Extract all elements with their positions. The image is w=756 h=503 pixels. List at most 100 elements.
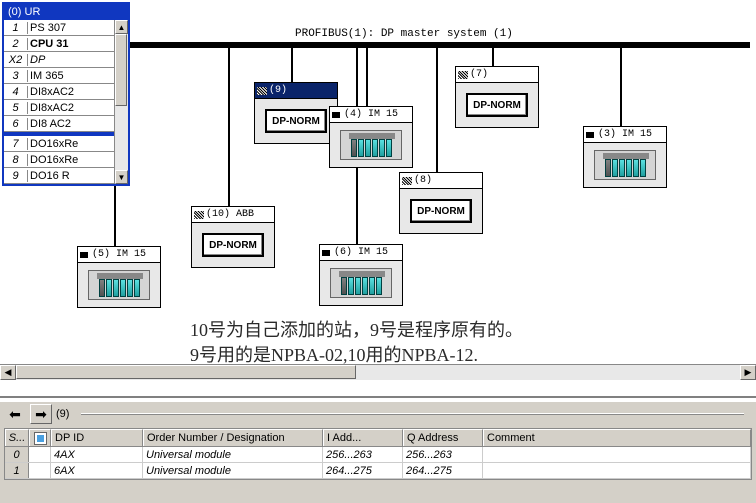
dpnorm-box: DP-NORM (466, 93, 528, 117)
col-order[interactable]: Order Number / Designation (143, 429, 323, 446)
ur-slot-num: 2 (4, 38, 28, 50)
col-icon[interactable] (29, 429, 51, 446)
drop-line (492, 48, 494, 66)
ur-rack-window[interactable]: (0) UR 1PS 3072CPU 31X2DP3IM 3654DI8xAC2… (2, 2, 130, 186)
cell-iaddr: 256...263 (323, 447, 403, 462)
cell-slot: 0 (5, 447, 29, 462)
ur-title[interactable]: (0) UR (4, 4, 128, 20)
ur-slot-name: DP (28, 54, 114, 66)
cell-iaddr: 264...275 (323, 463, 403, 478)
drop-line (228, 48, 230, 206)
ur-row[interactable]: 8DO16xRe (4, 152, 114, 168)
ur-row[interactable]: 3IM 365 (4, 68, 114, 84)
ur-row[interactable]: 6DI8 AC2 (4, 116, 114, 132)
scroll-right-icon[interactable]: ▶ (740, 365, 756, 380)
scroll-thumb[interactable] (115, 34, 127, 106)
cell-icon (29, 447, 51, 462)
col-slot[interactable]: S... (5, 429, 29, 446)
detail-path: (9) (56, 408, 69, 420)
ur-slot-name: IM 365 (28, 70, 114, 82)
nav-forward-button[interactable]: ➡ (30, 404, 52, 424)
node-4[interactable]: (4) IM 15 (329, 106, 413, 168)
scroll-down-icon[interactable]: ▼ (115, 170, 128, 184)
node-label: (7) (470, 69, 488, 80)
annotation-text: 10号为自己添加的站，9号是程序原有的。 9号用的是NPBA-02,10用的NP… (190, 318, 523, 368)
annotation-line: 10号为自己添加的站，9号是程序原有的。 (190, 318, 523, 343)
dpnorm-box: DP-NORM (410, 199, 472, 223)
ur-slot-name: CPU 31 (28, 38, 114, 50)
scroll-thumb[interactable] (16, 365, 356, 379)
ur-row[interactable]: 5DI8xAC2 (4, 100, 114, 116)
dpnorm-box: DP-NORM (265, 109, 327, 133)
module-table[interactable]: S... DP ID Order Number / Designation I … (4, 428, 752, 480)
ur-slot-name: DO16 R (28, 170, 114, 182)
col-iaddr[interactable]: I Add... (323, 429, 403, 446)
cell-order: Universal module (143, 463, 323, 478)
hw-config-canvas[interactable]: PROFIBUS(1): DP master system (1) (9) DP… (0, 0, 756, 380)
table-row[interactable]: 04AXUniversal module256...263256...263 (5, 447, 751, 463)
ur-row[interactable]: 4DI8xAC2 (4, 84, 114, 100)
col-comment[interactable]: Comment (483, 429, 751, 446)
module-icon (34, 432, 47, 445)
ur-slot-num: 6 (4, 118, 28, 130)
ur-slot-num: 4 (4, 86, 28, 98)
ur-slot-num: 7 (4, 138, 28, 150)
cell-icon (29, 463, 51, 478)
table-header: S... DP ID Order Number / Designation I … (5, 429, 751, 447)
cell-qaddr: 264...275 (403, 463, 483, 478)
ur-slot-num: 8 (4, 154, 28, 166)
drop-line (291, 48, 293, 82)
drop-line (436, 48, 438, 172)
detail-panel: ⬅ ➡ (9) S... DP ID Order Number / Design… (0, 396, 756, 503)
node-label: (8) (414, 175, 432, 186)
cell-qaddr: 256...263 (403, 447, 483, 462)
ur-slot-name: PS 307 (28, 22, 114, 34)
cell-comment (483, 447, 751, 462)
ur-row[interactable]: 9DO16 R (4, 168, 114, 184)
rack-icon (340, 130, 402, 160)
node-label: (4) IM 15 (344, 109, 398, 120)
ur-slot-name: DI8 AC2 (28, 118, 114, 130)
node-label: (10) ABB (206, 209, 254, 220)
ur-slot-name: DO16xRe (28, 138, 114, 150)
col-dp-id[interactable]: DP ID (51, 429, 143, 446)
ur-row[interactable]: X2DP (4, 52, 114, 68)
ur-slot-name: DI8xAC2 (28, 102, 114, 114)
dpnorm-box: DP-NORM (202, 233, 264, 257)
col-qaddr[interactable]: Q Address (403, 429, 483, 446)
node-label: (6) IM 15 (334, 247, 388, 258)
detail-toolbar: ⬅ ➡ (9) (0, 402, 756, 426)
table-row[interactable]: 16AXUniversal module264...275264...275 (5, 463, 751, 479)
ur-row[interactable]: 2CPU 31 (4, 36, 114, 52)
rack-icon (594, 150, 656, 180)
ur-row[interactable]: 1PS 307 (4, 20, 114, 36)
ur-slot-num: X2 (4, 54, 28, 66)
drop-line (366, 48, 368, 106)
node-9[interactable]: (9) DP-NORM (254, 82, 338, 144)
cell-slot: 1 (5, 463, 29, 478)
ur-slot-num: 5 (4, 102, 28, 114)
drop-line (620, 48, 622, 126)
nav-back-button[interactable]: ⬅ (4, 404, 26, 424)
node-8[interactable]: (8) DP-NORM (399, 172, 483, 234)
scroll-up-icon[interactable]: ▲ (115, 20, 128, 34)
cell-order: Universal module (143, 447, 323, 462)
cell-dp-id: 4AX (51, 447, 143, 462)
ur-row[interactable]: 7DO16xRe (4, 136, 114, 152)
bus-line (126, 42, 750, 48)
node-5[interactable]: (5) IM 15 (77, 246, 161, 308)
scroll-left-icon[interactable]: ◀ (0, 365, 16, 380)
node-label: (3) IM 15 (598, 129, 652, 140)
node-6[interactable]: (6) IM 15 (319, 244, 403, 306)
canvas-hscroll[interactable]: ◀ ▶ (0, 364, 756, 380)
rack-icon (330, 268, 392, 298)
node-label: (9) (269, 85, 287, 96)
node-10[interactable]: (10) ABB DP-NORM (191, 206, 275, 268)
node-3[interactable]: (3) IM 15 (583, 126, 667, 188)
rack-icon (88, 270, 150, 300)
node-7[interactable]: (7) DP-NORM (455, 66, 539, 128)
toolbar-divider (81, 413, 744, 415)
ur-slot-num: 9 (4, 170, 28, 182)
ur-scrollbar[interactable]: ▲ ▼ (114, 20, 128, 184)
ur-slot-num: 1 (4, 22, 28, 34)
